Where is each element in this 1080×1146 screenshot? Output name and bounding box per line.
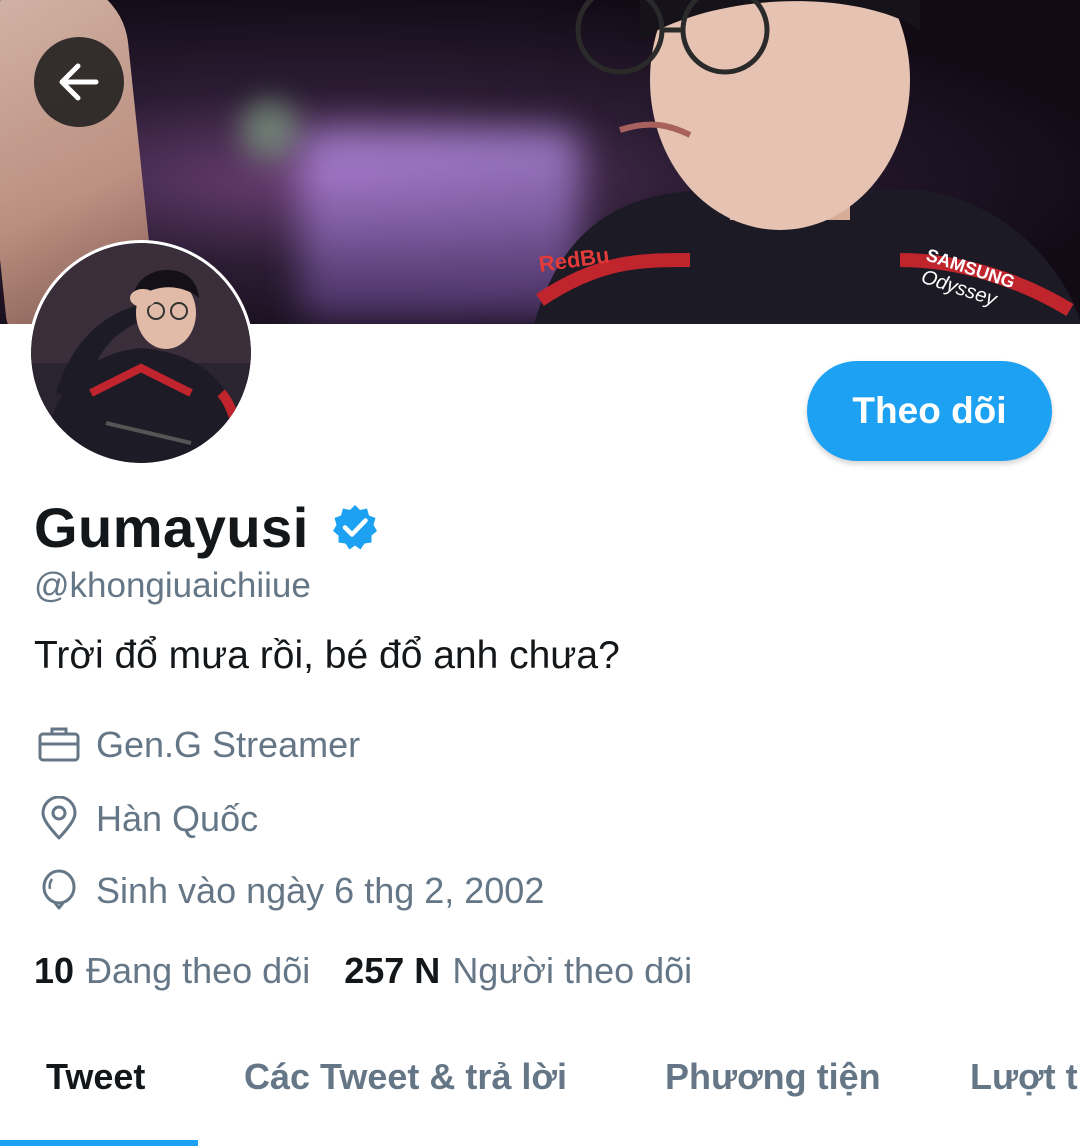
back-button[interactable] — [34, 37, 124, 127]
briefcase-icon — [34, 720, 84, 770]
following-count[interactable]: 10 — [34, 950, 74, 992]
profile-work-text: Gen.G Streamer — [96, 724, 361, 765]
profile-location: Hàn Quốc — [34, 794, 258, 844]
following-label[interactable]: Đang theo dõi — [86, 950, 310, 992]
followers-label[interactable]: Người theo dõi — [452, 950, 692, 992]
follow-button[interactable]: Theo dõi — [807, 361, 1052, 461]
profile-stats: 10 Đang theo dõi 257 N Người theo dõi — [34, 950, 692, 992]
profile-birthday: Sinh vào ngày 6 thg 2, 2002 — [34, 866, 544, 916]
location-pin-icon — [34, 794, 84, 844]
tab-likes[interactable]: Lượt thích — [970, 1056, 1080, 1098]
profile-work: Gen.G Streamer — [34, 720, 360, 770]
profile-birthday-text: Sinh vào ngày 6 thg 2, 2002 — [96, 870, 545, 911]
profile-tabs: Tweet Các Tweet & trả lời Phương tiện Lư… — [0, 1040, 1080, 1146]
arrow-left-icon — [59, 63, 99, 101]
tab-tweets[interactable]: Tweet — [46, 1056, 145, 1098]
avatar[interactable] — [28, 240, 254, 466]
profile-handle: @khongiuaichiiue — [34, 566, 311, 605]
profile-location-text: Hàn Quốc — [96, 798, 259, 839]
followers-count[interactable]: 257 N — [344, 950, 440, 992]
profile-bio: Trời đổ mưa rồi, bé đổ anh chưa? — [34, 634, 620, 677]
display-name: Gumayusi — [34, 495, 309, 559]
verified-badge-icon — [332, 505, 377, 550]
tab-media[interactable]: Phương tiện — [665, 1056, 881, 1098]
balloon-icon — [34, 866, 84, 916]
active-tab-indicator — [0, 1140, 198, 1146]
banner-light — [240, 100, 300, 160]
tab-tweets-and-replies[interactable]: Các Tweet & trả lời — [244, 1056, 567, 1098]
profile-name-row: Gumayusi — [34, 492, 379, 562]
banner-person-image: RedBu SAMSUNG Odyssey — [534, 0, 1080, 324]
